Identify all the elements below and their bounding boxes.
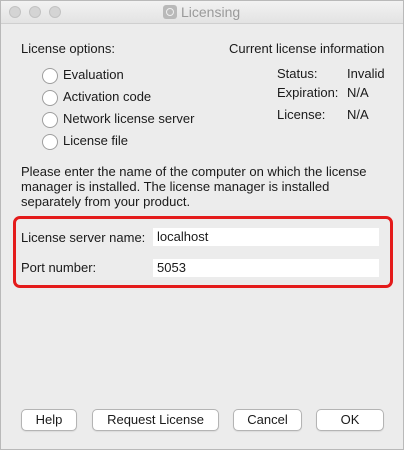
app-icon bbox=[163, 5, 177, 19]
radio-button[interactable] bbox=[42, 112, 58, 128]
radio-label[interactable]: Activation code bbox=[63, 89, 151, 104]
close-window-button[interactable] bbox=[9, 6, 21, 18]
zoom-window-button[interactable] bbox=[49, 6, 61, 18]
current-license-heading: Current license information bbox=[229, 41, 385, 56]
server-fields-group bbox=[13, 216, 393, 288]
request-license-button[interactable]: Request License bbox=[92, 409, 219, 431]
window-title: Licensing bbox=[181, 4, 241, 20]
instructions-text: Please enter the name of the computer on… bbox=[21, 164, 367, 209]
license-options-heading: License options: bbox=[21, 41, 115, 56]
ok-button[interactable]: OK bbox=[316, 409, 384, 431]
status-value: Invalid bbox=[347, 66, 385, 81]
radio-label[interactable]: Network license server bbox=[63, 111, 195, 126]
minimize-window-button[interactable] bbox=[29, 6, 41, 18]
expiration-label: Expiration: bbox=[277, 85, 339, 100]
server-name-input[interactable]: localhost bbox=[153, 228, 379, 246]
radio-button[interactable] bbox=[42, 90, 58, 106]
radio-button[interactable] bbox=[42, 134, 58, 150]
licensing-window: Licensing License options: Evaluation Ac… bbox=[0, 0, 404, 450]
license-value: N/A bbox=[347, 107, 369, 122]
radio-button[interactable] bbox=[42, 68, 58, 84]
cancel-button[interactable]: Cancel bbox=[233, 409, 302, 431]
license-label: License: bbox=[277, 107, 326, 122]
port-number-input[interactable]: 5053 bbox=[153, 259, 379, 277]
server-name-label: License server name: bbox=[21, 230, 146, 245]
help-button[interactable]: Help bbox=[21, 409, 77, 431]
expiration-value: N/A bbox=[347, 85, 369, 100]
port-number-label: Port number: bbox=[21, 260, 97, 275]
radio-label[interactable]: License file bbox=[63, 133, 128, 148]
title-bar: Licensing bbox=[1, 1, 403, 24]
radio-label[interactable]: Evaluation bbox=[63, 67, 124, 82]
status-label: Status: bbox=[277, 66, 318, 81]
